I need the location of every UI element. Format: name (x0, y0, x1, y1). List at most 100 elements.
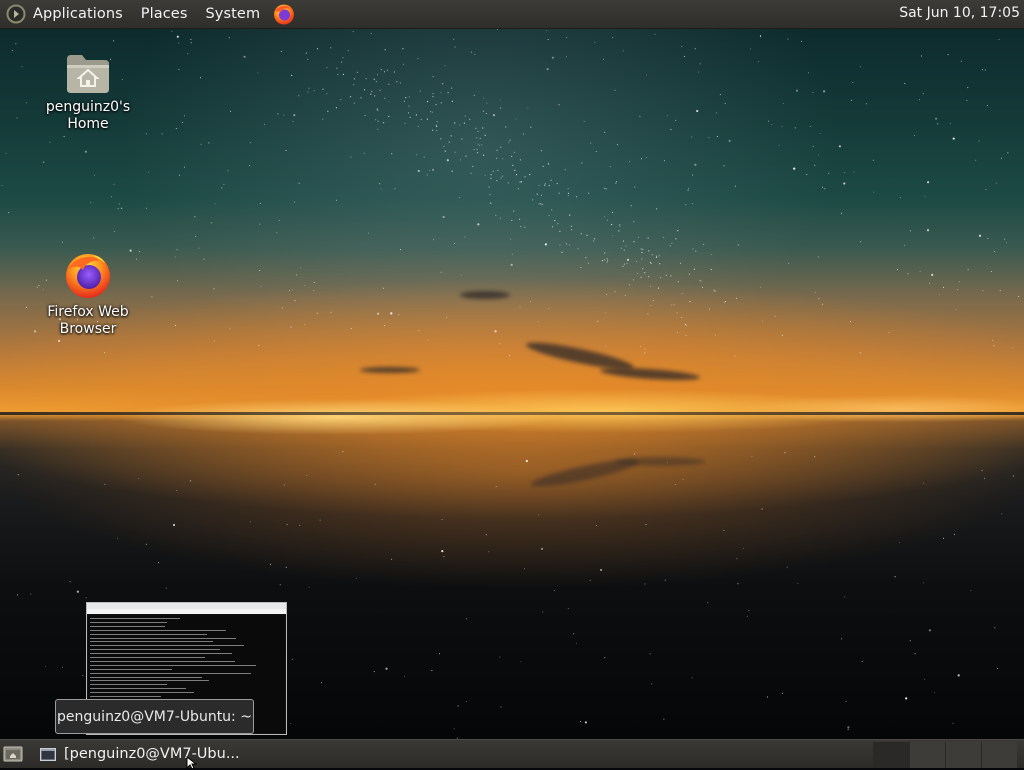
star (488, 186, 490, 188)
star (495, 486, 497, 488)
star (512, 164, 514, 166)
star (982, 290, 984, 292)
terminal-line (90, 668, 172, 670)
star (213, 340, 215, 342)
star (349, 96, 352, 98)
star (178, 42, 180, 44)
terminal-line (90, 657, 205, 658)
star (645, 74, 647, 76)
star (378, 183, 380, 185)
star (651, 254, 653, 256)
firefox-desktop-icon[interactable]: Firefox Web Browser (23, 250, 153, 338)
star (949, 122, 951, 124)
firefox-launcher-icon[interactable] (272, 2, 296, 26)
star (454, 46, 456, 48)
star (565, 243, 568, 245)
star (640, 276, 642, 278)
star (326, 67, 328, 69)
star (388, 115, 390, 118)
star (190, 480, 192, 482)
star (483, 97, 485, 99)
star (441, 519, 443, 520)
star (342, 73, 344, 75)
taskbar-terminal-button[interactable]: [penguinz0@VM7-Ubu... (34, 742, 244, 766)
star (604, 131, 606, 133)
star (374, 483, 376, 485)
star (499, 343, 501, 345)
star (385, 667, 388, 670)
star (565, 56, 567, 58)
star (633, 453, 635, 455)
workspace-4[interactable] (981, 742, 1017, 768)
star (454, 243, 456, 244)
star (353, 84, 355, 86)
star (374, 95, 376, 97)
panel-clock[interactable]: Sat Jun 10, 17:05 (899, 5, 1020, 21)
star (648, 276, 650, 278)
star (567, 608, 569, 609)
star (992, 339, 993, 341)
star (553, 590, 555, 591)
star (477, 130, 479, 132)
window-tooltip: penguinz0@VM7-Ubuntu: ~ (55, 699, 254, 734)
star (546, 30, 548, 32)
workspace-2[interactable] (909, 742, 945, 768)
star (669, 245, 671, 247)
star (327, 110, 329, 112)
star (62, 241, 64, 243)
star (499, 99, 501, 101)
star (190, 39, 192, 40)
star (61, 666, 63, 668)
workspace-3[interactable] (945, 742, 981, 768)
star (259, 202, 261, 204)
star (190, 42, 192, 44)
star (604, 252, 606, 254)
star (782, 102, 784, 104)
star (620, 247, 623, 249)
star (473, 94, 475, 96)
star (761, 508, 763, 510)
star (532, 199, 534, 201)
star (569, 244, 571, 246)
star (537, 321, 539, 323)
star (538, 203, 540, 205)
show-desktop-icon[interactable] (2, 744, 24, 764)
star (757, 61, 759, 63)
home-folder-desktop-icon[interactable]: penguinz0's Home (23, 51, 153, 133)
star (861, 660, 863, 662)
star (819, 133, 821, 134)
star (644, 348, 646, 350)
applications-menu[interactable]: Applications (33, 6, 123, 22)
star (952, 137, 955, 140)
star (666, 115, 668, 117)
system-menu[interactable]: System (206, 6, 261, 22)
star (847, 726, 850, 729)
places-menu[interactable]: Places (141, 6, 188, 22)
workspace-1[interactable] (873, 742, 909, 768)
star (175, 128, 177, 129)
star (440, 271, 442, 273)
star (430, 111, 432, 113)
star (604, 216, 606, 218)
cloud-shape (360, 367, 420, 373)
star (606, 261, 608, 263)
star (587, 262, 590, 264)
star (529, 173, 531, 176)
star (435, 124, 437, 126)
star (899, 542, 901, 544)
star (841, 212, 843, 214)
star (476, 137, 478, 139)
star (735, 185, 736, 187)
star (673, 303, 675, 305)
star (909, 230, 911, 232)
star (453, 38, 455, 40)
star (279, 584, 281, 586)
star (93, 174, 95, 176)
star (938, 294, 940, 295)
menu-logo-icon[interactable] (6, 4, 26, 24)
star (978, 234, 982, 237)
star (457, 705, 459, 707)
star (716, 112, 717, 114)
star (470, 51, 472, 53)
star (536, 193, 538, 195)
